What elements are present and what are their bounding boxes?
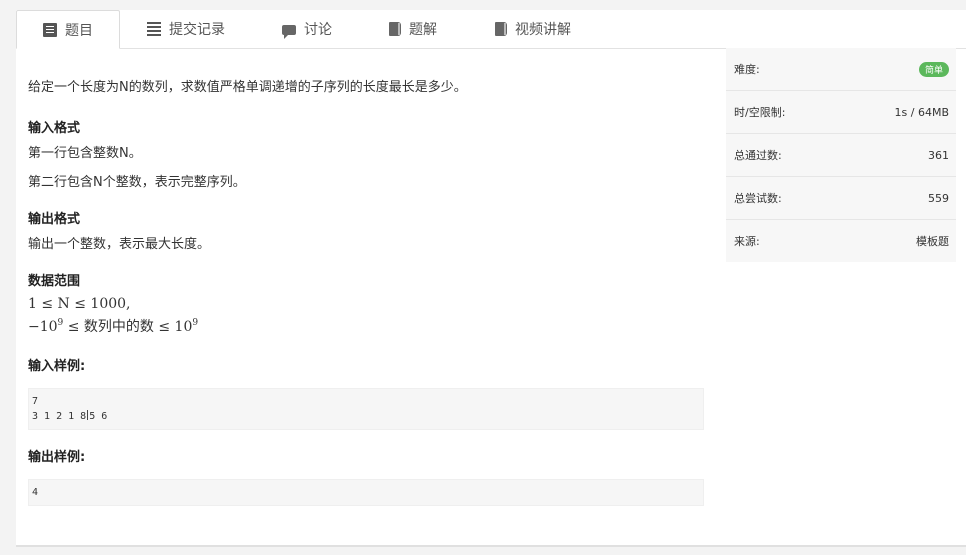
range-line: 1 ≤ N ≤ 1000, [28, 296, 131, 312]
output-format-section: 输出格式 输出一个整数，表示最大长度。 [28, 208, 704, 252]
sample-input-section: 输入样例: 7 3 1 2 1 85 6 [28, 355, 704, 430]
output-format-heading: 输出格式 [28, 212, 81, 227]
difficulty-badge: 简单 [918, 61, 949, 77]
page-divider [16, 545, 966, 547]
tab-video[interactable]: 视频讲解 [495, 10, 571, 48]
input-format-line: 第二行包含N个整数，表示完整序列。 [28, 175, 246, 190]
sample-output-heading: 输出样例: [28, 450, 86, 465]
document-icon [43, 22, 57, 37]
tab-label: 讨论 [304, 22, 332, 38]
source-value[interactable]: 模板题 [916, 233, 949, 249]
video-book-icon [495, 22, 507, 36]
tab-label: 提交记录 [169, 22, 225, 38]
sample-output-box[interactable]: 4 [28, 479, 704, 506]
source-label: 来源: [734, 235, 760, 248]
passed-value: 361 [928, 148, 949, 162]
sample-line: 7 [32, 396, 39, 407]
source-row: 来源: 模板题 [726, 220, 956, 262]
problem-info-sidebar: 难度: 简单 时/空限制: 1s / 64MB 总通过数: 361 总尝试数: … [726, 48, 956, 262]
tried-row: 总尝试数: 559 [726, 177, 956, 220]
tried-value: 559 [928, 191, 949, 205]
tab-label: 题目 [65, 22, 93, 39]
limit-label: 时/空限制: [734, 106, 786, 119]
tab-submissions[interactable]: 提交记录 [147, 10, 225, 48]
passed-label: 总通过数: [734, 149, 782, 162]
sample-output-section: 输出样例: 4 [28, 446, 704, 506]
sample-line: 5 6 [89, 411, 108, 422]
passed-row: 总通过数: 361 [726, 134, 956, 177]
list-icon [147, 22, 161, 36]
data-range-heading: 数据范围 [28, 274, 81, 289]
sample-input-heading: 输入样例: [28, 359, 86, 374]
problem-panel: 题目 提交记录 讨论 题解 视频讲解 给定一个长度为N的数列，求数值严格单调递增… [16, 10, 966, 545]
tab-label: 题解 [409, 22, 437, 38]
input-format-section: 输入格式 第一行包含整数N。 第二行包含N个整数，表示完整序列。 [28, 117, 704, 190]
sample-input-box[interactable]: 7 3 1 2 1 85 6 [28, 388, 704, 430]
book-icon [389, 22, 401, 36]
limit-row: 时/空限制: 1s / 64MB [726, 91, 956, 134]
tab-label: 视频讲解 [515, 22, 571, 38]
tab-problem[interactable]: 题目 [16, 10, 120, 49]
tried-label: 总尝试数: [734, 192, 782, 205]
chat-icon [282, 25, 296, 39]
range-exponent: 9 [192, 318, 199, 328]
difficulty-label: 难度: [734, 63, 760, 76]
range-text: −10 [28, 319, 58, 335]
input-format-line: 第一行包含整数N。 [28, 146, 142, 161]
range-text: ≤ 数列中的数 ≤ 10 [63, 319, 193, 335]
difficulty-row: 难度: 简单 [726, 48, 956, 91]
sample-line: 3 1 2 1 8 [32, 411, 87, 422]
range-line: −109 ≤ 数列中的数 ≤ 109 [28, 314, 704, 337]
limit-value: 1s / 64MB [894, 105, 949, 119]
tab-solutions[interactable]: 题解 [389, 10, 437, 48]
problem-description: 给定一个长度为N的数列，求数值严格单调递增的子序列的长度最长是多少。 [28, 80, 467, 95]
data-range-section: 数据范围 1 ≤ N ≤ 1000, −109 ≤ 数列中的数 ≤ 109 [28, 270, 704, 337]
input-format-heading: 输入格式 [28, 121, 81, 136]
output-format-line: 输出一个整数，表示最大长度。 [28, 237, 211, 252]
tab-discussion[interactable]: 讨论 [282, 10, 332, 48]
problem-content: 给定一个长度为N的数列，求数值严格单调递增的子序列的长度最长是多少。 输入格式 … [28, 76, 704, 506]
tab-bar: 题目 提交记录 讨论 题解 视频讲解 [16, 10, 966, 49]
